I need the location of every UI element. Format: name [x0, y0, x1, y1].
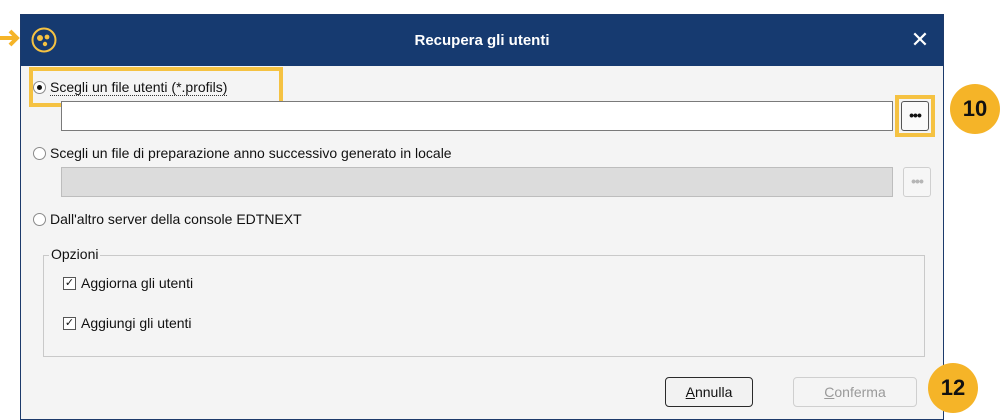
radio-profils-option[interactable]: Scegli un file utenti (*.profils) — [33, 77, 228, 97]
radio-server-label: Dall'altro server della console EDTNEXT — [50, 211, 302, 227]
update-users-option[interactable]: ✓ Aggiorna gli utenti — [63, 273, 193, 293]
options-group-title: Opzioni — [49, 246, 101, 262]
checkbox-add-users[interactable]: ✓ — [63, 316, 76, 330]
options-groupbox — [43, 255, 925, 357]
radio-profils-label: Scegli un file utenti (*.profils) — [50, 78, 228, 96]
radio-server[interactable] — [33, 212, 46, 226]
radio-local-label: Scegli un file di preparazione anno succ… — [50, 145, 452, 161]
local-file-input — [61, 167, 893, 197]
pointer-arrow-icon — [0, 29, 20, 47]
radio-local-option[interactable]: Scegli un file di preparazione anno succ… — [33, 143, 452, 163]
ellipsis-icon: ••• — [911, 173, 924, 189]
recover-users-dialog: Recupera gli utenti ✕ Scegli un file ute… — [20, 14, 944, 420]
dialog-title: Recupera gli utenti — [414, 32, 550, 49]
confirm-button: Conferma — [793, 377, 917, 407]
ellipsis-icon: ••• — [909, 107, 922, 123]
browse-local-button: ••• — [903, 167, 931, 197]
callout-badge-12: 12 — [928, 363, 978, 413]
browse-profils-button[interactable]: ••• — [901, 101, 929, 131]
callout-badge-10: 10 — [950, 84, 1000, 134]
radio-local[interactable] — [33, 146, 46, 160]
cancel-button[interactable]: Annulla — [665, 377, 753, 407]
title-bar: Recupera gli utenti ✕ — [21, 15, 943, 66]
add-users-option[interactable]: ✓ Aggiungi gli utenti — [63, 313, 192, 333]
profils-file-input[interactable] — [61, 101, 893, 131]
close-button[interactable]: ✕ — [907, 27, 933, 53]
update-users-label: Aggiorna gli utenti — [81, 275, 194, 291]
checkbox-update-users[interactable]: ✓ — [63, 276, 76, 290]
add-users-label: Aggiungi gli utenti — [81, 315, 192, 331]
close-icon: ✕ — [910, 27, 930, 52]
radio-profils[interactable] — [33, 80, 46, 94]
radio-server-option[interactable]: Dall'altro server della console EDTNEXT — [33, 209, 302, 229]
